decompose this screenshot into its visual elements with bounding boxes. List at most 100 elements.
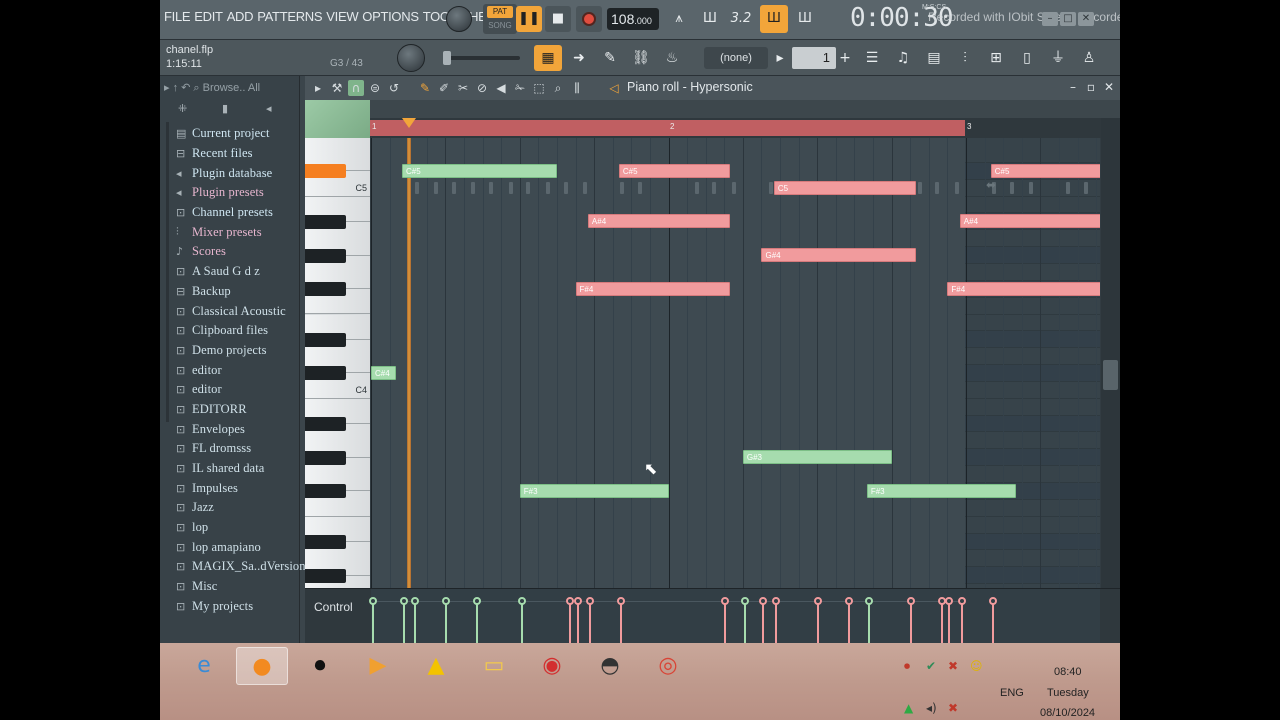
screen-recorder-icon[interactable]: ◉ <box>526 647 578 685</box>
browser-item[interactable]: ⊡ IL shared data <box>176 459 298 479</box>
browser-item[interactable]: ⊡ editor <box>176 360 298 380</box>
browser-item[interactable]: ⊡ Classical Acoustic <box>176 301 298 321</box>
note[interactable]: G#4 <box>761 248 917 263</box>
black-key[interactable] <box>305 214 346 229</box>
chrome-icon[interactable]: ◎ <box>642 647 694 685</box>
playback-tool-icon[interactable]: ⫼ <box>569 80 585 96</box>
pause-button[interactable]: ❚❚ <box>516 6 542 32</box>
pr-close-icon[interactable]: ✕ <box>1101 79 1117 95</box>
stamp-icon[interactable]: ♨ <box>658 45 686 71</box>
browser-item[interactable]: ⊡ EDITORR <box>176 400 298 420</box>
browser-item[interactable]: ⊡ My projects <box>176 597 298 617</box>
record-button[interactable] <box>576 6 602 32</box>
browser-item[interactable]: ⊡ A Saud G d z <box>176 262 298 282</box>
paint-icon[interactable]: ✐ <box>436 80 452 96</box>
piano-roll-icon[interactable]: ♫ <box>889 45 917 71</box>
maximize-icon[interactable]: □ <box>1060 12 1076 26</box>
recorder-icon[interactable]: ⏺ <box>294 647 346 685</box>
master-volume-knob[interactable] <box>446 6 472 32</box>
velocity-bar[interactable] <box>945 597 954 645</box>
velocity-handle[interactable] <box>740 597 749 605</box>
velocity-handle[interactable] <box>369 597 377 605</box>
language-indicator[interactable]: ENG <box>1000 687 1024 699</box>
velocity-bar[interactable] <box>573 597 582 645</box>
black-key[interactable] <box>305 534 346 549</box>
playlist-icon[interactable]: ☰ <box>858 45 886 71</box>
velocity-bar[interactable] <box>771 597 780 645</box>
brush-icon[interactable]: ✎ <box>596 45 624 71</box>
menu-patterns[interactable]: PATTERNS <box>257 9 326 24</box>
wifi-off-tray-icon[interactable]: ✖ <box>948 701 958 715</box>
browser-item[interactable]: ⊡ editor <box>176 380 298 400</box>
recorder-tray-icon[interactable]: ⏺ <box>904 659 910 674</box>
clock-date[interactable]: 08/10/2024 <box>1040 707 1095 719</box>
browser-item[interactable]: ⊟ Recent files <box>176 144 298 164</box>
browser-filter[interactable]: Browse.. All <box>203 82 260 94</box>
pat-song-toggle[interactable]: PAT SONG <box>483 4 517 34</box>
black-key[interactable] <box>305 484 346 499</box>
velocity-handle[interactable] <box>573 597 582 605</box>
piano-roll-title[interactable]: Piano roll - Hypersonic <box>627 80 753 94</box>
velocity-bar[interactable] <box>906 597 915 645</box>
velocity-bar[interactable] <box>410 597 419 645</box>
note[interactable]: F#3 <box>866 484 1016 498</box>
note[interactable]: F#4 <box>575 281 731 296</box>
velocity-bar[interactable] <box>759 597 768 645</box>
velocity-handle[interactable] <box>945 597 954 605</box>
pr-menu-icon[interactable]: ▸ <box>310 80 326 96</box>
black-key-active[interactable] <box>305 164 346 179</box>
delete-tool-icon[interactable]: ✂ <box>455 80 471 96</box>
amd-tray-icon[interactable]: ▲ <box>904 701 913 715</box>
clock-time[interactable]: 08:40 <box>1054 666 1082 678</box>
internet-explorer-icon[interactable]: e <box>178 647 230 685</box>
menu-add[interactable]: ADD <box>227 9 258 24</box>
menu-options[interactable]: OPTIONS <box>362 9 422 24</box>
pr-magnet-icon[interactable]: ∩ <box>348 80 364 96</box>
browser-file-icon[interactable]: ▮ <box>222 102 228 115</box>
velocity-handle[interactable] <box>720 597 729 605</box>
snap-value-button[interactable]: 3.2 <box>727 5 755 33</box>
browser-item[interactable]: ♪ Scores <box>176 242 298 262</box>
vertical-scrollbar[interactable] <box>1101 118 1120 588</box>
velocity-handle[interactable] <box>441 597 450 605</box>
speaker-icon[interactable]: ◁ <box>606 80 622 96</box>
velocity-bar[interactable] <box>740 597 749 645</box>
note[interactable]: F#4 <box>947 281 1100 296</box>
fl-studio-icon[interactable]: ● <box>236 647 288 685</box>
slip-tool-icon[interactable]: ◀ <box>493 80 509 96</box>
velocity-bar[interactable] <box>369 597 377 645</box>
close-icon[interactable]: ✕ <box>1078 12 1094 26</box>
velocity-bar[interactable] <box>720 597 729 645</box>
velocity-bar[interactable] <box>957 597 966 645</box>
browser-item[interactable]: ◂ Plugin database <box>176 163 298 183</box>
time-ruler[interactable]: 1 2 3 <box>370 118 1105 138</box>
tempo-display[interactable]: 108.000 <box>607 8 659 30</box>
velocity-handle[interactable] <box>472 597 481 605</box>
pr-wrench-icon[interactable]: ⚒ <box>329 80 345 96</box>
black-key[interactable] <box>305 568 346 583</box>
velocity-handle[interactable] <box>399 597 408 605</box>
slider-thumb[interactable] <box>443 51 451 65</box>
velocity-bar[interactable] <box>864 597 873 645</box>
browser-item[interactable]: ⊡ FL dromsss <box>176 439 298 459</box>
browser-item[interactable]: ▤ Current project <box>176 124 298 144</box>
velocity-bar[interactable] <box>517 597 526 645</box>
browser-item[interactable]: ⊡ Jazz <box>176 498 298 518</box>
browser-item[interactable]: ⊟ Backup <box>176 282 298 302</box>
black-key[interactable] <box>305 366 346 381</box>
browser-item[interactable]: ⫶ Mixer presets <box>176 222 298 242</box>
browser-item[interactable]: ⊡ Misc <box>176 577 298 597</box>
velocity-handle[interactable] <box>988 597 997 605</box>
velocity-bar[interactable] <box>441 597 450 645</box>
pattern-number[interactable]: 1 <box>792 47 836 69</box>
velocity-bar[interactable] <box>585 597 594 645</box>
note[interactable]: C#5 <box>401 163 557 178</box>
minimize-icon[interactable]: – <box>1042 12 1058 26</box>
note[interactable]: C#5 <box>990 163 1100 178</box>
metronome-icon[interactable]: ⩚ <box>665 5 693 33</box>
note[interactable]: A#4 <box>959 214 1100 229</box>
browser-scrollbar[interactable] <box>166 122 169 422</box>
browser-item[interactable]: ⊡ Demo projects <box>176 341 298 361</box>
black-key[interactable] <box>305 332 346 347</box>
security-tray-icon[interactable]: ✔ <box>926 659 936 673</box>
